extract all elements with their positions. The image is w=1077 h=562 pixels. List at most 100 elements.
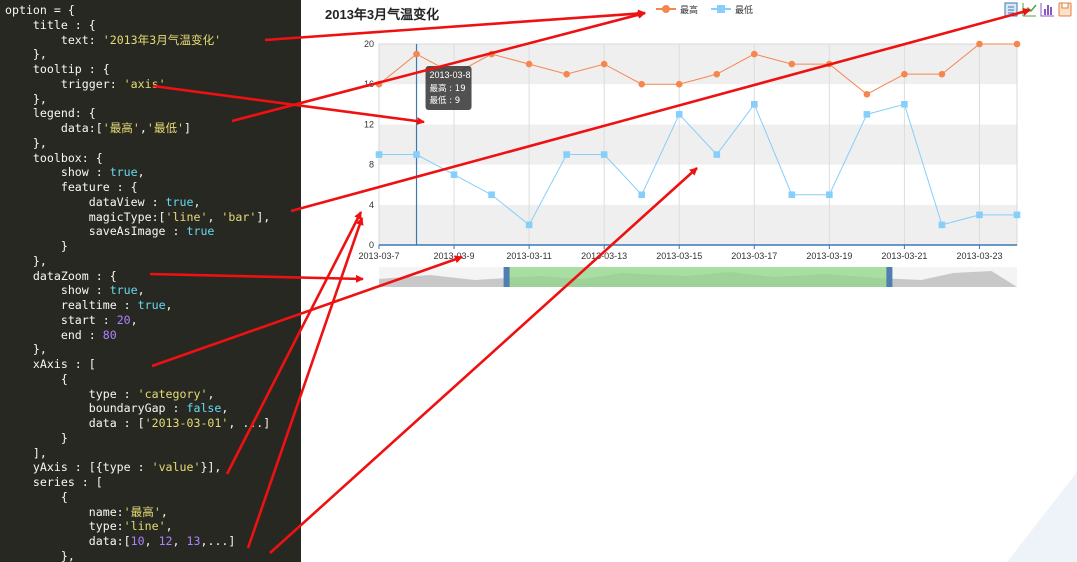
- code-line: legend: {: [5, 106, 96, 120]
- x-tick-label: 2013-03-7: [358, 251, 399, 261]
- code-token: ,: [207, 386, 215, 401]
- code-line: },: [5, 47, 47, 61]
- legend-label: 最高: [680, 4, 698, 16]
- line-chart[interactable]: 0 4 8 12 16 20 2013-03-7 2013-03-9 2013-03-11 201…: [301, 0, 1077, 300]
- code-token: '2013-03-01': [144, 416, 229, 430]
- code-line: data:[10, 12, 13,...]: [5, 534, 236, 548]
- code-token: },: [5, 548, 75, 562]
- code-line: xAxis : [: [5, 357, 96, 371]
- code-token: 'bar': [221, 209, 257, 224]
- code-token: ]: [184, 121, 192, 135]
- data-point: [413, 50, 420, 58]
- code-token: ,: [165, 519, 173, 534]
- x-tick-label: 2013-03-13: [581, 251, 627, 261]
- code-token: option = {: [5, 3, 75, 17]
- data-point: [375, 80, 383, 88]
- chart-area: 2013年3月气温变化 0 4 8 12 16 20 2013-03-7 2013-03-9 2…: [301, 0, 1077, 562]
- code-token: ,: [137, 165, 145, 180]
- save-image-icon[interactable]: [1058, 2, 1072, 17]
- code-line: tooltip : {: [5, 62, 110, 76]
- code-line: type : 'category',: [5, 386, 215, 401]
- code-token: {: [5, 371, 68, 386]
- code-token: },: [5, 253, 47, 268]
- code-line: title : {: [5, 18, 96, 32]
- code-token: true: [137, 298, 166, 312]
- code-token: ],: [256, 209, 271, 224]
- code-line: show : true,: [5, 165, 145, 179]
- data-point: [863, 111, 871, 118]
- code-token: ,: [193, 194, 201, 209]
- code-line: data:['最高','最低']: [5, 121, 191, 135]
- code-token: '2013年3月气温变化': [102, 32, 222, 47]
- line-icon[interactable]: [1022, 3, 1037, 17]
- datazoom-handle[interactable]: [503, 267, 510, 287]
- option-code: option = { title : { text: '2013年3月气温变化'…: [0, 0, 301, 562]
- grid-band: [379, 164, 1017, 205]
- data-point: [488, 50, 495, 58]
- code-token: xAxis : [: [5, 357, 96, 371]
- y-tick-label: 12: [364, 119, 374, 129]
- data-point: [675, 111, 683, 118]
- datazoom-handle[interactable]: [886, 267, 893, 287]
- data-view-icon[interactable]: [1004, 2, 1018, 17]
- code-token: yAxis : [{type :: [5, 460, 152, 475]
- data-point: [638, 191, 646, 199]
- code-token: name:: [5, 504, 124, 519]
- data-point: [976, 211, 983, 219]
- code-token: show :: [5, 165, 110, 180]
- code-token: text:: [5, 32, 103, 47]
- save-icon-slot: [1061, 2, 1069, 9]
- datazoom-window[interactable]: [506, 267, 890, 287]
- x-tick-label: 2013-03-11: [506, 251, 551, 261]
- x-tick-label: 2013-03-21: [881, 251, 927, 261]
- code-token: toolbox: {: [5, 150, 103, 165]
- data-point: [1013, 40, 1021, 48]
- tooltip-line: 最低 : 9: [430, 95, 461, 106]
- bar-icon[interactable]: [1040, 3, 1054, 17]
- code-token: 80: [102, 327, 117, 342]
- code-token: type :: [5, 386, 138, 401]
- code-token: boundaryGap :: [5, 401, 187, 416]
- code-token: ,...]: [200, 534, 236, 548]
- bar-icon-bar: [1044, 9, 1046, 15]
- code-token: ,: [221, 401, 229, 416]
- line-icon-path: [1023, 4, 1037, 14]
- data-point: [826, 191, 833, 199]
- code-token: ,: [137, 283, 145, 298]
- code-line: name:'最高',: [5, 505, 168, 519]
- data-point: [525, 60, 533, 68]
- data-point: [488, 191, 495, 199]
- code-line: magicType:['line', 'bar'],: [5, 209, 271, 224]
- data-point: [938, 70, 946, 78]
- code-token: 13: [186, 534, 201, 548]
- code-line: },: [5, 549, 75, 562]
- code-line: },: [5, 92, 47, 106]
- code-token: magicType:[: [5, 209, 166, 224]
- code-token: 'line': [123, 519, 166, 534]
- code-token: dataZoom : {: [5, 268, 117, 283]
- data-point: [713, 70, 721, 78]
- data-point: [563, 151, 570, 158]
- code-line: realtime : true,: [5, 298, 173, 312]
- code-line: data : ['2013-03-01', ...]: [5, 416, 271, 430]
- data-point: [750, 50, 758, 58]
- data-point: [901, 101, 908, 108]
- code-panel: option = { title : { text: '2013年3月气温变化'…: [0, 0, 301, 562]
- code-line: {: [5, 490, 68, 504]
- code-token: ],: [5, 445, 47, 460]
- grid-band: [379, 204, 1017, 245]
- code-token: true: [186, 224, 215, 239]
- code-token: ,: [144, 534, 159, 548]
- data-point: [826, 60, 833, 68]
- code-token: ,: [207, 209, 222, 224]
- x-tick-label: 2013-03-9: [434, 251, 475, 261]
- legend-marker: [717, 5, 725, 13]
- code-token: true: [109, 165, 138, 180]
- code-token: end :: [5, 327, 103, 342]
- code-token: trigger:: [5, 76, 124, 91]
- code-line: dataZoom : {: [5, 269, 117, 283]
- code-line: show : true,: [5, 283, 145, 297]
- data-point: [750, 101, 758, 108]
- data-point: [563, 70, 570, 78]
- code-line: ],: [5, 446, 47, 460]
